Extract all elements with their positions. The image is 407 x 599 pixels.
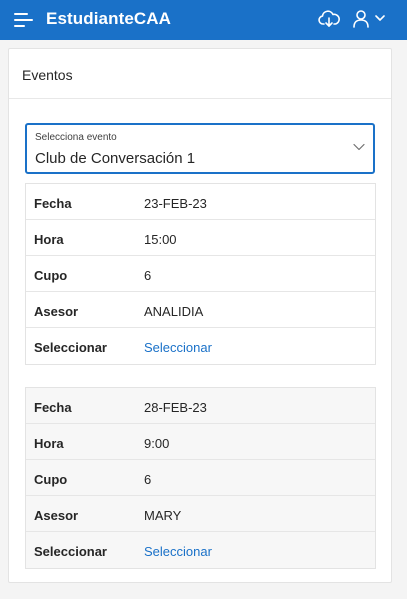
chevron-down-icon [375,15,385,21]
event-card: Fecha 23-FEB-23 Hora 15:00 Cupo 6 Asesor… [25,183,376,365]
seleccionar-label: Seleccionar [34,544,107,559]
cloud-download-icon[interactable] [318,8,340,30]
asesor-label: Asesor [34,304,79,319]
event-row-cupo: Cupo 6 [26,460,375,496]
fecha-label: Fecha [34,400,72,415]
top-app-bar: EstudianteCAA [0,0,407,40]
region-title: Eventos [22,67,73,83]
event-select-value: Club de Conversación 1 [35,150,196,167]
event-row-fecha: Fecha 23-FEB-23 [26,184,375,220]
event-row-asesor: Asesor ANALIDIA [26,292,375,328]
event-select-label: Selecciona evento [35,132,117,143]
event-row-hora: Hora 15:00 [26,220,375,256]
asesor-value: ANALIDIA [144,304,204,319]
event-row-hora: Hora 9:00 [26,424,375,460]
seleccionar-link[interactable]: Seleccionar [144,340,212,356]
event-row-cupo: Cupo 6 [26,256,375,292]
hora-value: 15:00 [144,232,177,247]
app-title[interactable]: EstudianteCAA [46,8,171,30]
chevron-down-icon [353,143,365,151]
asesor-label: Asesor [34,508,79,523]
fecha-value: 23-FEB-23 [144,196,207,211]
event-row-fecha: Fecha 28-FEB-23 [26,388,375,424]
hamburger-menu-icon[interactable] [14,11,34,29]
eventos-region: Eventos Selecciona evento Club de Conver… [8,48,392,583]
region-header: Eventos [9,49,391,99]
seleccionar-label: Seleccionar [34,340,107,355]
user-icon [353,10,369,28]
hora-label: Hora [34,232,64,247]
user-menu-button[interactable] [352,8,388,30]
hora-value: 9:00 [144,436,170,451]
event-card: Fecha 28-FEB-23 Hora 9:00 Cupo 6 Asesor … [25,387,376,569]
event-row-asesor: Asesor MARY [26,496,375,532]
event-row-seleccionar: Seleccionar Seleccionar [26,328,375,364]
cupo-label: Cupo [34,268,68,283]
cupo-label: Cupo [34,472,68,487]
event-select[interactable]: Selecciona evento Club de Conversación 1 [25,123,375,174]
hora-label: Hora [34,436,64,451]
cupo-value: 6 [144,472,152,487]
event-row-seleccionar: Seleccionar Seleccionar [26,532,375,568]
fecha-label: Fecha [34,196,72,211]
asesor-value: MARY [144,508,182,523]
seleccionar-link[interactable]: Seleccionar [144,544,212,560]
cupo-value: 6 [144,268,152,283]
fecha-value: 28-FEB-23 [144,400,207,415]
